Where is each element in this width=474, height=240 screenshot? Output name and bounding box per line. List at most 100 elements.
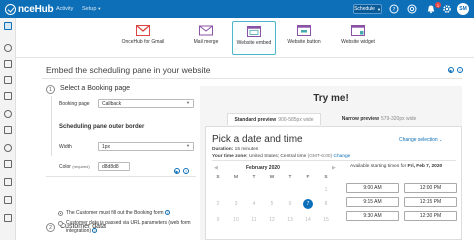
schedule-button[interactable]: Schedule ▼: [353, 4, 382, 14]
calendar-day[interactable]: 6: [285, 199, 295, 209]
chevron-down-icon: ▼: [186, 100, 190, 105]
change-selection-link[interactable]: Change selection ⌄: [399, 137, 442, 143]
time-slot[interactable]: 12:15 PM: [404, 197, 457, 207]
tile-website-embed[interactable]: Website embed: [232, 21, 276, 55]
play-icon[interactable]: ▶: [174, 168, 180, 174]
calendar-day[interactable]: 8: [321, 199, 331, 209]
sidebar-envelope-icon[interactable]: [4, 160, 12, 168]
tile-website-button[interactable]: Website button: [282, 21, 326, 55]
avatar[interactable]: SM: [457, 3, 469, 15]
step-2-number: 2: [46, 223, 55, 232]
duration-line: Duration: 15 minutes: [212, 147, 258, 152]
calendar-day[interactable]: 14: [303, 215, 313, 225]
tile-mail-merge[interactable]: Mail merge: [188, 21, 224, 55]
schedule-button-label: Schedule: [354, 6, 375, 12]
info-icon[interactable]: i: [92, 228, 98, 234]
calendar-dow: S: [216, 175, 220, 180]
help-icon[interactable]: ?: [183, 168, 189, 174]
sidebar-pages-icon[interactable]: [4, 92, 12, 100]
radio-url-params-label: Customer data is passed via URL paramete…: [66, 219, 202, 235]
width-value: 1px: [102, 143, 111, 150]
calendar-day[interactable]: 5: [267, 199, 277, 209]
calendar-day-selected[interactable]: 7: [303, 199, 313, 209]
sidebar-form-icon[interactable]: [4, 178, 12, 186]
sidebar: [0, 18, 16, 240]
tile-website-widget[interactable]: Website widget: [334, 21, 382, 55]
help-icon[interactable]: ?: [389, 4, 399, 14]
booking-page-label: Booking page: [59, 101, 90, 107]
calendar-day[interactable]: 4: [249, 199, 259, 209]
try-me-heading: Try me!: [313, 93, 349, 104]
calendar-day[interactable]: 1: [321, 185, 331, 195]
sidebar-team-icon[interactable]: [4, 144, 12, 152]
step-1-number: 1: [46, 85, 55, 94]
nav-activity[interactable]: Activity: [56, 6, 73, 12]
nav-setup-label: Setup: [82, 6, 97, 12]
time-slot[interactable]: 9:00 AM: [346, 183, 399, 193]
calendar-day[interactable]: 10: [231, 215, 241, 225]
option1-text: The Customer must fill out the Booking f…: [66, 210, 164, 216]
calendar-dow: F: [306, 175, 310, 180]
calendar-prev-icon[interactable]: ◀: [214, 165, 218, 171]
chevron-down-icon: ⌄: [439, 137, 443, 142]
lifebuoy-icon[interactable]: [407, 4, 417, 14]
calendar-day[interactable]: 3: [231, 199, 241, 209]
info-icon[interactable]: i: [164, 210, 170, 216]
tile-label: OnceHub for Gmail: [121, 39, 165, 45]
step-1-title: Select a Booking page: [60, 85, 131, 92]
available-times-date: Fri, Feb 7, 2020: [407, 164, 443, 169]
time-slot[interactable]: 9:30 AM: [346, 211, 399, 221]
sidebar-integrations-icon[interactable]: [4, 22, 12, 30]
gear-icon[interactable]: [442, 4, 452, 14]
integration-tiles: OnceHub for Gmail Mail merge Website emb…: [16, 18, 474, 58]
sidebar-chart-icon[interactable]: [4, 196, 12, 204]
calendar-day[interactable]: 9: [213, 215, 223, 225]
sidebar-clock-icon[interactable]: [4, 44, 12, 52]
help-icon[interactable]: ?: [457, 67, 463, 73]
play-icon[interactable]: ▶: [448, 67, 454, 73]
top-bar: nceHub Activity Setup▼ Schedule ▼ ? 1 SM: [0, 0, 474, 18]
sidebar-page-icon[interactable]: [4, 76, 12, 84]
sidebar-calendar-icon[interactable]: [4, 126, 12, 134]
chevron-down-icon: ▼: [186, 143, 190, 148]
sidebar-list-icon[interactable]: [4, 214, 12, 222]
website-embed-icon: [247, 26, 261, 37]
svg-text:?: ?: [393, 7, 396, 13]
tab-narrow-preview[interactable]: Narrow preview 579-320px wide: [332, 113, 426, 125]
divider: [212, 160, 456, 161]
booking-page-value: Callback: [102, 100, 122, 107]
oncehub-logo[interactable]: nceHub: [5, 3, 54, 15]
calendar-dow: S: [324, 175, 328, 180]
radio-url-params[interactable]: [58, 221, 63, 226]
color-label: Color (required): [59, 164, 90, 170]
radio-booking-form[interactable]: [58, 211, 63, 216]
calendar-month: February 2020: [246, 165, 280, 171]
time-slot[interactable]: 9:15 AM: [346, 197, 399, 207]
timezone-line: Your time zone: United States; Central t…: [212, 154, 350, 159]
tile-oncehub-gmail[interactable]: OnceHub for Gmail: [118, 21, 168, 55]
time-slot[interactable]: 12:00 PM: [404, 183, 457, 193]
booking-page-select[interactable]: Callback ▼: [98, 99, 194, 108]
calendar-day[interactable]: 2: [213, 199, 223, 209]
calendar-dow: T: [252, 175, 256, 180]
available-times-heading: Available starting times for Fri, Feb 7,…: [350, 164, 442, 169]
timezone-gmt: (GMT-6:00): [307, 154, 333, 159]
calendar-day[interactable]: 13: [285, 215, 295, 225]
sidebar-user-icon[interactable]: [4, 110, 12, 118]
calendar-next-icon[interactable]: ▶: [332, 165, 336, 171]
tab-standard-preview[interactable]: Standard preview 900-585px wide: [227, 113, 321, 125]
calendar-day[interactable]: 15: [321, 215, 331, 225]
nav-setup[interactable]: Setup▼: [82, 6, 101, 12]
width-select[interactable]: 1px ▼: [98, 142, 194, 151]
timezone-change-link[interactable]: Change: [334, 154, 351, 159]
color-input[interactable]: d8d8d8: [98, 162, 130, 171]
color-label-text: Color: [59, 164, 71, 170]
color-required-note: (required): [72, 164, 90, 169]
calendar-day[interactable]: 11: [249, 215, 259, 225]
calendar-day[interactable]: 12: [267, 215, 277, 225]
gmail-icon: [136, 25, 150, 36]
time-slot[interactable]: 12:30 PM: [404, 211, 457, 221]
sidebar-tag-icon[interactable]: [4, 60, 12, 68]
calendar-dow: W: [269, 175, 275, 180]
radio-booking-form-label: The Customer must fill out the Booking f…: [66, 209, 170, 217]
